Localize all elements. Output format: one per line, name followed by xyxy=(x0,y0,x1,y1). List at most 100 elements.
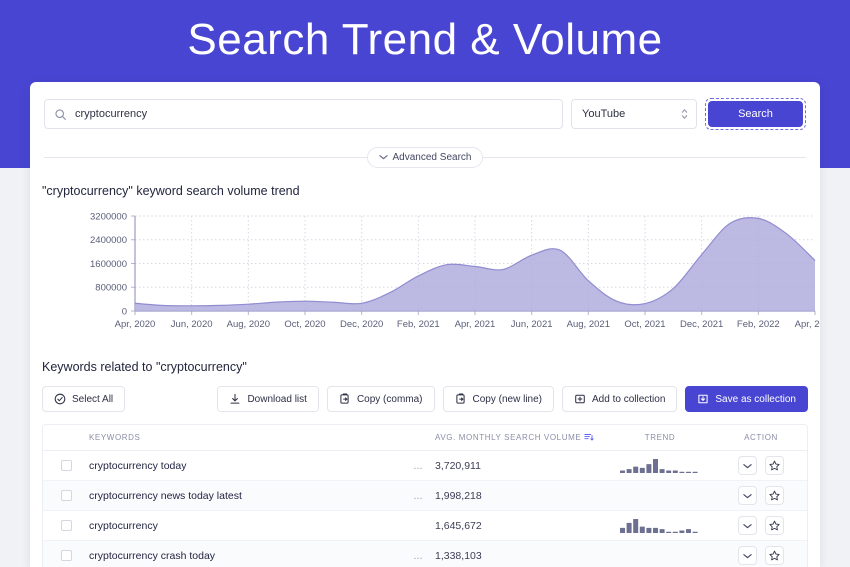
trend-cell xyxy=(605,458,715,473)
svg-text:Dec, 2020: Dec, 2020 xyxy=(340,319,383,330)
volume-cell: 1,645,672 xyxy=(435,519,482,532)
add-box-icon xyxy=(574,393,586,405)
star-icon xyxy=(769,550,780,561)
volume-cell: 3,720,911 xyxy=(435,459,481,472)
action-cell xyxy=(715,546,807,565)
column-header-volume-label: AVG. MONTHLY SEARCH VOLUME xyxy=(435,433,582,442)
keyword-cell: cryptocurrency today xyxy=(89,459,187,472)
favorite-button[interactable] xyxy=(765,516,784,535)
toolbar-label: Save as collection xyxy=(715,393,796,405)
expand-row-button[interactable] xyxy=(738,456,757,475)
keyword-cell: cryptocurrency xyxy=(89,519,158,532)
keyword-overflow-ellipsis: ... xyxy=(413,489,423,502)
expand-row-button[interactable] xyxy=(738,486,757,505)
select-all-button[interactable]: Select All xyxy=(42,386,126,412)
save-collection-icon xyxy=(697,393,709,405)
page-root: Search Trend & Volume cryptocurrency You… xyxy=(0,0,850,567)
row-checkbox[interactable] xyxy=(60,460,72,471)
star-icon xyxy=(769,490,780,501)
search-button-focus-ring: Search xyxy=(705,98,806,130)
sort-descending-icon[interactable] xyxy=(584,432,594,444)
select-stepper-icon xyxy=(681,108,688,120)
action-cell xyxy=(715,486,807,505)
svg-text:800000: 800000 xyxy=(95,283,127,294)
clipboard-copy-icon xyxy=(455,393,467,405)
star-icon xyxy=(769,520,780,531)
favorite-button[interactable] xyxy=(765,546,784,565)
search-button[interactable]: Search xyxy=(708,101,803,127)
svg-text:Feb, 2021: Feb, 2021 xyxy=(397,319,440,330)
svg-text:Jun, 2021: Jun, 2021 xyxy=(511,319,553,330)
chart-canvas: 0 800000 1600000 2400000 3200000 Apr, 2020 Jun… xyxy=(90,211,820,330)
svg-text:Jun, 2020: Jun, 2020 xyxy=(171,319,213,330)
table-row[interactable]: cryptocurrency news today latest ... 1,9… xyxy=(43,481,807,511)
advanced-search-label: Advanced Search xyxy=(392,151,472,163)
search-volume-chart: 0 800000 1600000 2400000 3200000 Apr, 2020 Jun… xyxy=(30,208,820,348)
svg-text:Aug, 2021: Aug, 2021 xyxy=(567,319,610,330)
row-checkbox[interactable] xyxy=(60,490,72,501)
keywords-table: KEYWORDS AVG. MONTHLY SEARCH VOLUME TREN… xyxy=(42,424,808,567)
svg-text:Oct, 2021: Oct, 2021 xyxy=(624,319,665,330)
toolbar-label: Copy (new line) xyxy=(472,393,542,405)
toolbar-label: Select All xyxy=(72,393,114,405)
row-checkbox[interactable] xyxy=(60,550,72,561)
advanced-search-toggle[interactable]: Advanced Search xyxy=(366,146,484,168)
volume-cell: 1,998,218 xyxy=(435,489,482,502)
expand-row-button[interactable] xyxy=(738,516,757,535)
row-checkbox-cell xyxy=(43,550,89,561)
column-header-keywords[interactable]: KEYWORDS xyxy=(89,433,401,442)
chart-title: "cryptocurrency" keyword search volume t… xyxy=(42,184,300,198)
svg-text:Oct, 2020: Oct, 2020 xyxy=(284,319,325,330)
svg-text:Apr, 2020: Apr, 2020 xyxy=(115,319,156,330)
favorite-button[interactable] xyxy=(765,486,784,505)
search-engine-select[interactable]: YouTube xyxy=(571,99,697,129)
download-icon xyxy=(229,393,241,405)
search-engine-value: YouTube xyxy=(582,108,626,120)
chevron-down-icon xyxy=(743,493,752,498)
trend-sparkline xyxy=(620,458,699,473)
keyword-overflow-ellipsis: ... xyxy=(413,549,423,562)
add-to-collection-button[interactable]: Add to collection xyxy=(562,386,678,412)
svg-text:Dec, 2021: Dec, 2021 xyxy=(680,319,723,330)
trend-sparkline xyxy=(620,518,699,533)
star-icon xyxy=(769,460,780,471)
search-icon xyxy=(54,108,67,121)
toolbar-label: Add to collection xyxy=(592,393,666,405)
expand-row-button[interactable] xyxy=(738,546,757,565)
action-cell xyxy=(715,456,807,475)
column-header-trend: TREND xyxy=(644,433,676,442)
search-bar: cryptocurrency YouTube Search xyxy=(30,82,820,130)
copy-comma-button[interactable]: Copy (comma) xyxy=(326,386,435,412)
search-input[interactable]: cryptocurrency xyxy=(44,99,563,129)
table-header-row: KEYWORDS AVG. MONTHLY SEARCH VOLUME TREN… xyxy=(43,425,807,451)
chevron-down-icon xyxy=(378,152,388,163)
download-list-button[interactable]: Download list xyxy=(217,386,319,412)
chevron-down-icon xyxy=(743,553,752,558)
chevron-down-icon xyxy=(743,523,752,528)
favorite-button[interactable] xyxy=(765,456,784,475)
column-header-volume[interactable]: AVG. MONTHLY SEARCH VOLUME xyxy=(435,432,605,444)
column-header-action: ACTION xyxy=(744,433,778,442)
table-row[interactable]: cryptocurrency today ... 3,720,911 xyxy=(43,451,807,481)
svg-text:3200000: 3200000 xyxy=(90,211,127,222)
search-input-value: cryptocurrency xyxy=(75,108,148,120)
volume-cell: 1,338,103 xyxy=(435,549,482,562)
keywords-toolbar: Select All Download list Copy (comma) Co… xyxy=(42,386,808,412)
toolbar-label: Copy (comma) xyxy=(356,393,423,405)
svg-text:1600000: 1600000 xyxy=(90,259,127,270)
svg-text:Feb, 2022: Feb, 2022 xyxy=(737,319,780,330)
copy-newline-button[interactable]: Copy (new line) xyxy=(442,386,554,412)
keyword-cell: cryptocurrency news today latest xyxy=(89,489,242,502)
table-row[interactable]: cryptocurrency crash today ... 1,338,103 xyxy=(43,541,807,567)
save-as-collection-button[interactable]: Save as collection xyxy=(685,386,808,412)
check-circle-icon xyxy=(54,393,66,405)
svg-text:Apr, 2022: Apr, 2022 xyxy=(795,319,820,330)
table-row[interactable]: cryptocurrency 1,645,672 xyxy=(43,511,807,541)
keywords-section-title: Keywords related to "cryptocurrency" xyxy=(42,360,247,374)
chevron-down-icon xyxy=(743,463,752,468)
row-checkbox[interactable] xyxy=(60,520,72,531)
row-checkbox-cell xyxy=(43,520,89,531)
page-title: Search Trend & Volume xyxy=(187,15,663,64)
action-cell xyxy=(715,516,807,535)
keyword-cell: cryptocurrency crash today xyxy=(89,549,216,562)
